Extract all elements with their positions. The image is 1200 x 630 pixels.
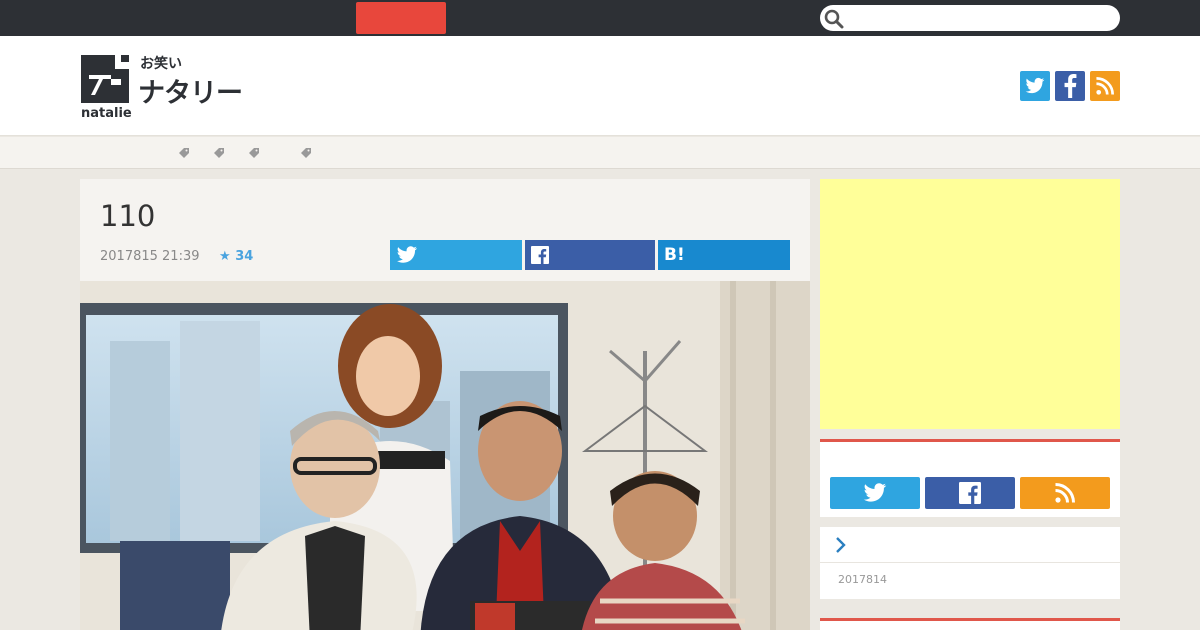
site-header: お笑い ナタリー natalie [0,36,1200,136]
article-photo-image [80,281,810,630]
share-hatena-button[interactable]: B! [658,240,790,270]
facebook-icon [959,482,981,504]
hatena-bookmark-icon: B! [664,245,685,265]
logo-subtitle: お笑い [140,56,182,72]
rss-icon [1055,483,1075,503]
header-facebook-button[interactable] [1055,71,1085,101]
star-icon: ★ [219,249,231,264]
tag-icon[interactable] [178,147,190,159]
article-photo[interactable] [80,281,810,630]
article-title: 110 [100,199,156,233]
natalie-logo-icon[interactable] [81,55,129,103]
favorite-count-value: 34 [235,249,254,264]
twitter-icon [1025,77,1045,94]
search-input[interactable] [820,5,1120,31]
facebook-icon [531,246,549,264]
tag-icon[interactable] [213,147,225,159]
share-twitter-button[interactable] [390,240,522,270]
tag-navigation [0,137,1200,169]
logo-natalie-text: natalie [81,106,132,121]
logo-title[interactable]: ナタリー [138,71,243,110]
twitter-icon [863,483,887,502]
divider [820,562,1120,563]
follow-rss-button[interactable] [1020,477,1110,509]
related-article-date: 2017814 [838,573,887,586]
twitter-icon [396,246,418,263]
top-bar [0,0,1200,36]
chevron-right-icon[interactable] [834,536,848,554]
rss-icon [1096,77,1114,95]
top-red-button[interactable] [356,2,446,34]
facebook-icon [1064,74,1077,98]
favorite-count[interactable]: ★ 34 [219,249,253,264]
article: 110 2017815 21:39 ★ 34 B! [80,179,810,630]
tag-icon[interactable] [248,147,260,159]
related-article[interactable]: 2017814 [820,527,1120,599]
header-twitter-button[interactable] [1020,71,1050,101]
share-facebook-button[interactable] [525,240,655,270]
follow-twitter-button[interactable] [830,477,920,509]
search-icon [824,9,844,29]
follow-box [820,439,1120,517]
advertisement[interactable] [820,179,1120,429]
sidebar-next-section [820,618,1120,630]
tag-icon[interactable] [300,147,312,159]
header-rss-button[interactable] [1090,71,1120,101]
follow-facebook-button[interactable] [925,477,1015,509]
article-date: 2017815 21:39 [100,249,200,264]
